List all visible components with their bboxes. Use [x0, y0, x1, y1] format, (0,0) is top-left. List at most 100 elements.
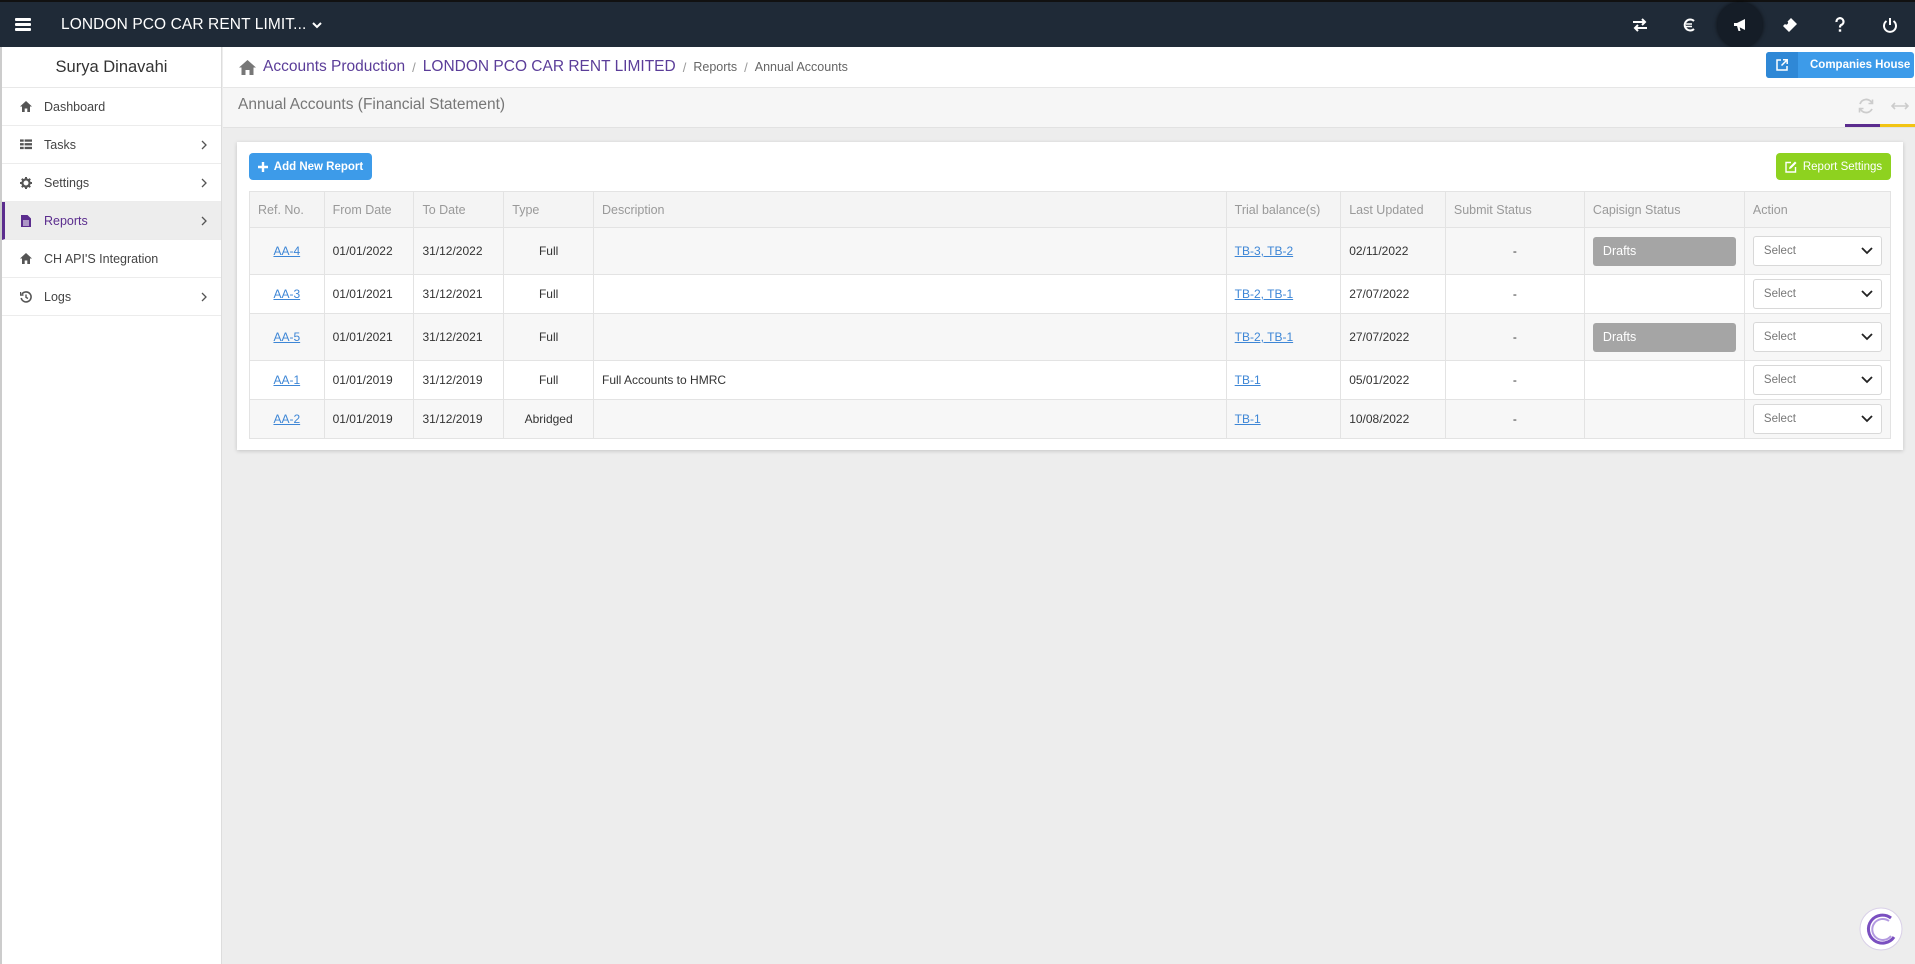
header-accent-yellow	[1880, 124, 1915, 127]
trial-balance-link[interactable]: TB-1	[1235, 373, 1261, 387]
column-header[interactable]: Description	[592, 191, 1227, 228]
power-icon	[1883, 18, 1897, 33]
add-new-report-label: Add New Report	[273, 160, 364, 173]
currency-icon	[1683, 18, 1695, 32]
report-settings-label: Report Settings	[1802, 160, 1883, 173]
breadcrumb-accounts-production[interactable]: Accounts Production	[263, 58, 405, 76]
cell-to-date: 31/12/2021	[413, 274, 505, 314]
cell-last-updated: 27/07/2022	[1340, 313, 1446, 361]
cell-capisign-status	[1583, 360, 1745, 400]
breadcrumb-separator: /	[744, 59, 748, 75]
page-title: Annual Accounts (Financial Statement)	[238, 96, 506, 113]
transfer-button[interactable]	[1615, 2, 1665, 48]
history-icon	[20, 290, 32, 303]
gear-icon	[20, 176, 32, 189]
column-header[interactable]: Capisign Status	[1583, 191, 1745, 228]
sidebar-item-label: CH API'S Integration	[44, 251, 159, 266]
table-row: AA-4 01/01/2022 31/12/2022 Full TB-3, TB-2 02…	[249, 227, 1892, 275]
sidebar-item-ch-api-integration[interactable]: CH API'S Integration	[2, 240, 221, 278]
cell-submit-status: -	[1444, 227, 1585, 275]
capisign-status-label: Drafts	[1602, 330, 1637, 344]
column-header[interactable]: To Date	[413, 191, 505, 228]
cell-last-updated: 05/01/2022	[1340, 360, 1446, 400]
breadcrumb-separator: /	[682, 59, 687, 75]
megaphone-icon	[1734, 18, 1745, 31]
trial-balance-link[interactable]: TB-2, TB-1	[1235, 287, 1293, 301]
capisign-status-badge: Drafts	[1592, 236, 1736, 266]
column-header[interactable]: From Date	[323, 191, 415, 228]
breadcrumb-company[interactable]: LONDON PCO CAR RENT LIMITED	[423, 58, 676, 76]
cell-last-updated: 10/08/2022	[1340, 399, 1446, 439]
report-ref-link[interactable]: AA-3	[273, 287, 300, 301]
logout-button[interactable]	[1865, 2, 1915, 48]
cell-trial-balances: TB-2, TB-1	[1225, 274, 1342, 314]
cell-submit-status: -	[1444, 360, 1585, 400]
report-ref-link[interactable]: AA-2	[273, 412, 300, 426]
cell-description	[592, 313, 1227, 361]
report-settings-button[interactable]: Report Settings	[1776, 153, 1891, 180]
document-icon	[20, 214, 32, 227]
cell-type: Full	[503, 360, 594, 400]
sidebar-item-settings[interactable]: Settings	[2, 164, 221, 202]
trial-balance-link[interactable]: TB-1	[1235, 412, 1261, 426]
cell-ref: AA-2	[249, 399, 325, 439]
report-ref-link[interactable]: AA-4	[273, 244, 300, 258]
company-switcher[interactable]: LONDON PCO CAR RENT LIMIT...	[61, 16, 323, 34]
cell-type: Abridged	[503, 399, 594, 439]
cell-action: Select	[1743, 399, 1892, 439]
action-select[interactable]: Select	[1752, 279, 1882, 309]
refresh-icon[interactable]	[1857, 98, 1875, 114]
breadcrumb-separator: /	[412, 59, 416, 75]
column-header[interactable]: Last Updated	[1340, 191, 1446, 228]
sidebar-item-logs[interactable]: Logs	[2, 278, 221, 316]
hamburger-menu-button[interactable]	[0, 2, 46, 48]
sidebar-item-label: Logs	[44, 289, 72, 304]
cell-action: Select	[1743, 227, 1892, 275]
cell-description	[592, 227, 1227, 275]
action-select[interactable]: Select	[1752, 322, 1882, 352]
cell-from-date: 01/01/2022	[323, 227, 415, 275]
home-icon	[20, 101, 32, 113]
sidebar-item-tasks[interactable]: Tasks	[2, 126, 221, 164]
reports-panel: Add New Report Report Settings Ref. No. …	[237, 142, 1903, 450]
sidebar-item-reports[interactable]: Reports	[2, 202, 221, 240]
cell-ref: AA-5	[249, 313, 325, 361]
column-header[interactable]: Trial balance(s)	[1225, 191, 1342, 228]
companies-house-button[interactable]: Companies House	[1766, 52, 1914, 78]
announcements-button[interactable]	[1715, 2, 1765, 48]
action-select-value: Select	[1763, 245, 1796, 257]
chevron-right-icon	[201, 140, 207, 150]
column-header[interactable]: Ref. No.	[249, 191, 325, 228]
add-new-report-button[interactable]: Add New Report	[249, 153, 372, 180]
action-select[interactable]: Select	[1752, 404, 1882, 434]
cell-to-date: 31/12/2021	[413, 313, 505, 361]
chevron-down-icon	[312, 21, 323, 28]
chat-widget-icon[interactable]	[1858, 906, 1904, 952]
tasks-icon	[20, 139, 32, 151]
trial-balance-link[interactable]: TB-3, TB-2	[1235, 244, 1293, 258]
top-navbar: LONDON PCO CAR RENT LIMIT...	[0, 0, 1915, 48]
expand-horizontal-icon[interactable]	[1891, 98, 1909, 114]
chevron-down-icon	[1861, 333, 1873, 341]
cell-last-updated: 27/07/2022	[1340, 274, 1446, 314]
report-ref-link[interactable]: AA-1	[273, 373, 300, 387]
reports-table: Ref. No. From Date To Date Type Descript…	[249, 191, 1892, 439]
home-icon[interactable]	[239, 59, 256, 75]
tickets-button[interactable]	[1765, 2, 1815, 48]
trial-balance-link[interactable]: TB-2, TB-1	[1235, 330, 1293, 344]
currency-button[interactable]	[1665, 2, 1715, 48]
action-select[interactable]: Select	[1752, 365, 1882, 395]
cell-trial-balances: TB-1	[1225, 360, 1342, 400]
help-button[interactable]	[1815, 2, 1865, 48]
breadcrumb-reports[interactable]: Reports	[693, 60, 737, 74]
report-ref-link[interactable]: AA-5	[273, 330, 300, 344]
cell-to-date: 31/12/2019	[413, 399, 505, 439]
action-select[interactable]: Select	[1752, 236, 1882, 266]
column-header[interactable]: Submit Status	[1444, 191, 1585, 228]
column-header[interactable]: Type	[503, 191, 594, 228]
sidebar-item-dashboard[interactable]: Dashboard	[2, 88, 221, 126]
chevron-down-icon	[1861, 376, 1873, 384]
page-header: Annual Accounts (Financial Statement)	[223, 88, 1915, 128]
action-select-value: Select	[1763, 331, 1796, 343]
cell-type: Full	[503, 313, 594, 361]
